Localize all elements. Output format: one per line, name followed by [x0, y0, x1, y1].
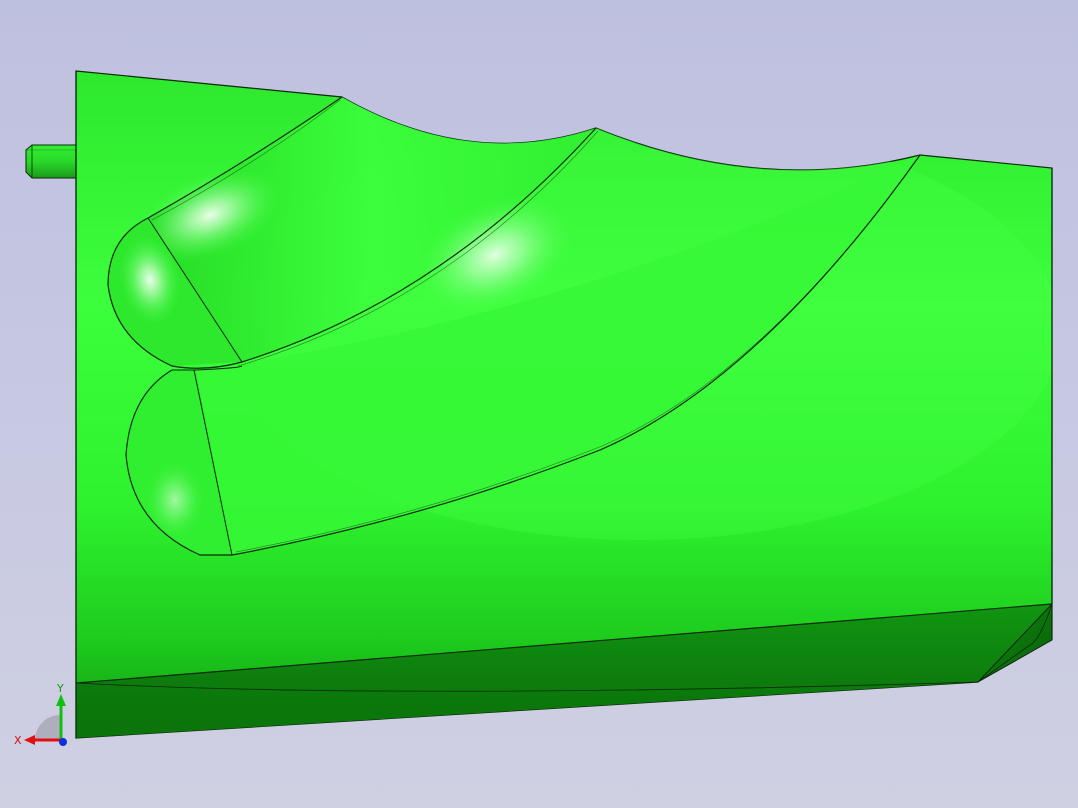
x-axis-label: X: [14, 734, 22, 747]
z-axis-dot: [59, 738, 67, 746]
x-axis-arrow: [24, 735, 35, 745]
3d-viewport[interactable]: Y X: [0, 0, 1078, 808]
y-axis-arrow: [56, 694, 66, 706]
orientation-triad[interactable]: Y X: [10, 680, 80, 750]
y-axis-label: Y: [56, 682, 64, 695]
triad-plane: [35, 715, 60, 740]
pin-feature: [25, 144, 77, 179]
cad-model[interactable]: [0, 0, 1078, 808]
